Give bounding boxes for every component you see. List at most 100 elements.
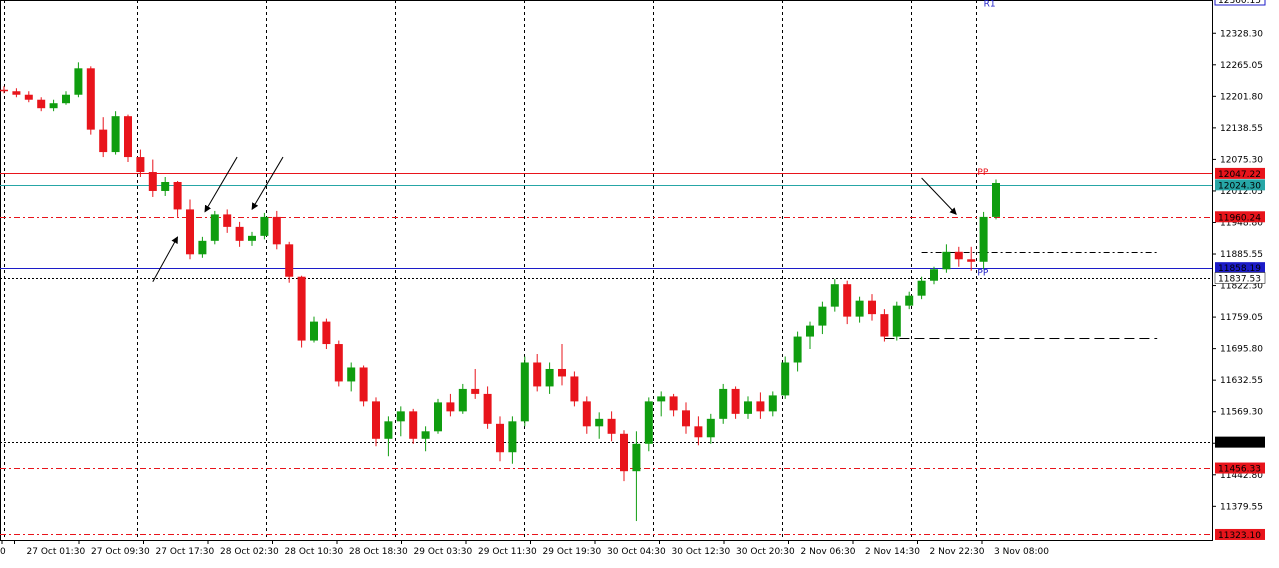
candle-body: [868, 300, 876, 315]
candle: [694, 416, 703, 446]
candle: [49, 99, 58, 112]
y-tick-label: 12075.30: [1220, 155, 1263, 165]
candle-body: [830, 284, 839, 307]
candle-body: [582, 401, 591, 427]
arrow-annotation: [921, 177, 957, 215]
candle: [930, 266, 938, 285]
candle-body: [880, 314, 889, 337]
candle-body: [260, 216, 269, 236]
candle-body: [24, 94, 33, 100]
candle: [768, 391, 777, 417]
candle-body: [359, 367, 368, 402]
candle: [967, 246, 976, 271]
candle: [186, 199, 194, 260]
arrow-annotation: [204, 156, 238, 213]
candle: [210, 210, 219, 245]
candle-body: [471, 388, 480, 394]
candle: [830, 279, 839, 312]
candle: [806, 321, 814, 350]
candle: [942, 244, 951, 273]
candle-body: [124, 116, 132, 158]
candle-body: [37, 99, 46, 109]
candle-body: [657, 396, 666, 402]
candle: [124, 114, 132, 163]
x-tick-label: 28 Oct 10:30: [285, 547, 344, 557]
annotation-label: R1: [984, 0, 996, 9]
candle: [99, 117, 108, 158]
candle-body: [892, 305, 901, 337]
price-badge-label: 11508.29: [1218, 439, 1261, 449]
x-tick-label: 27 Oct 17:30: [156, 547, 215, 557]
candle: [657, 391, 666, 417]
candle: [0, 86, 8, 94]
candle: [434, 398, 442, 434]
candle-body: [781, 362, 790, 396]
candle: [756, 392, 765, 419]
candle: [880, 309, 889, 342]
candle-body: [297, 276, 306, 341]
candle: [372, 397, 380, 447]
level-lines: [0, 173, 1212, 535]
y-tick-label: 11695.80: [1220, 345, 1263, 355]
price-badge-label: 11323.10: [1218, 531, 1261, 541]
candle: [148, 159, 157, 197]
candle: [545, 362, 554, 394]
price-badge-label: 11960.24: [1218, 213, 1261, 223]
candle-body: [235, 226, 244, 241]
candle-body: [396, 411, 405, 422]
candle: [706, 413, 715, 444]
candle-body: [719, 388, 728, 419]
candle-body: [210, 214, 219, 241]
candle: [310, 316, 318, 343]
candle: [818, 301, 827, 335]
candle: [868, 294, 876, 321]
candle: [719, 383, 728, 424]
x-tick-label: 29 Oct 03:30: [414, 547, 473, 557]
candle-body: [694, 426, 703, 438]
annotation-label: PP: [977, 168, 988, 178]
candle: [644, 397, 653, 452]
candle: [248, 231, 256, 246]
candle-body: [458, 388, 467, 412]
candle-body: [285, 244, 294, 277]
candle: [235, 221, 244, 247]
candle: [582, 396, 591, 434]
candle: [285, 241, 294, 283]
candle: [409, 408, 418, 444]
plot-frame: [0, 0, 1213, 541]
annotation-label: PP: [977, 269, 988, 279]
x-tick-label: 27 Oct 01:30: [27, 547, 86, 557]
x-tick-label: 30 Oct 12:30: [672, 547, 731, 557]
candle-body: [731, 388, 740, 414]
candle: [111, 111, 120, 155]
candle-body: [74, 68, 83, 95]
candle: [669, 393, 678, 417]
candle-body: [818, 306, 827, 326]
candle-body: [669, 396, 678, 411]
candle-body: [806, 325, 814, 337]
candle-body: [545, 368, 554, 387]
y-tick-label: 11379.55: [1220, 502, 1263, 512]
candle-body: [992, 182, 1000, 217]
candle: [24, 91, 33, 103]
candle-body: [421, 431, 430, 439]
candle: [843, 280, 852, 325]
candle: [570, 371, 579, 407]
candle: [682, 402, 690, 434]
x-tick-label: 28 Oct 02:30: [220, 547, 279, 557]
candle-body: [186, 209, 194, 255]
x-tick-label: 29 Oct 19:30: [543, 547, 602, 557]
candle-body: [682, 410, 690, 427]
candle: [260, 212, 269, 240]
candle-body: [347, 367, 356, 382]
candle-body: [334, 344, 343, 382]
candlesticks: [0, 62, 1000, 522]
candle: [483, 386, 492, 429]
price-badge-label: 11837.53: [1218, 274, 1261, 284]
candle: [781, 356, 790, 399]
x-tick-label: 2 Nov 14:30: [865, 547, 920, 557]
grid-layer: [0, 0, 1213, 541]
candle-body: [322, 321, 331, 345]
y-tick-label: 12201.80: [1220, 92, 1263, 102]
candle: [731, 386, 740, 419]
